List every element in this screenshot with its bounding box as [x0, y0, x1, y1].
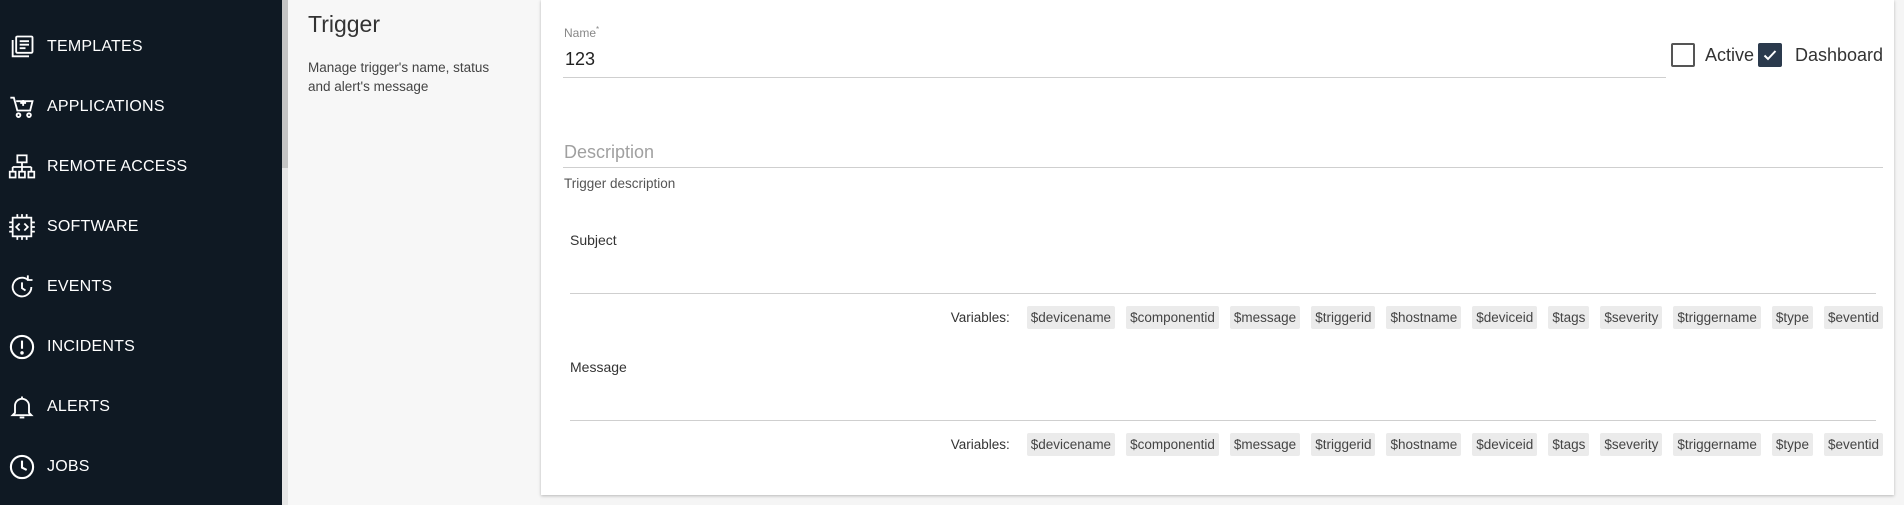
- variable-chip[interactable]: $triggername: [1673, 432, 1761, 456]
- sidebar-item-label: REMOTE ACCESS: [47, 158, 188, 175]
- variable-chip[interactable]: $type: [1771, 432, 1813, 456]
- section-title: Trigger: [308, 11, 380, 37]
- chip-code-icon: [8, 213, 36, 241]
- variable-chip[interactable]: $hostname: [1386, 432, 1462, 456]
- variable-chip[interactable]: $tags: [1548, 432, 1590, 456]
- network-icon: [8, 153, 36, 181]
- variable-chip[interactable]: $devicename: [1026, 305, 1116, 329]
- section-subtitle: Manage trigger's name, status and alert'…: [308, 60, 490, 94]
- sidebar: TEMPLATES APPLICATIONS REMOTE ACCESS SOF…: [0, 0, 282, 505]
- sidebar-item-label: INCIDENTS: [47, 338, 136, 355]
- variable-chip[interactable]: $triggerid: [1311, 432, 1376, 456]
- history-icon: [8, 273, 36, 301]
- sidebar-item-software[interactable]: SOFTWARE: [0, 202, 282, 252]
- sidebar-item-alerts[interactable]: ALERTS: [0, 382, 282, 432]
- variable-chip[interactable]: $message: [1229, 432, 1301, 456]
- alert-circle-icon: [8, 333, 36, 361]
- sidebar-item-incidents[interactable]: INCIDENTS: [0, 322, 282, 372]
- active-label: Active: [1705, 45, 1755, 65]
- subject-label: Subject: [570, 232, 617, 248]
- cart-icon: [8, 93, 36, 121]
- variable-chip[interactable]: $severity: [1600, 305, 1663, 329]
- sidebar-item-label: EVENTS: [47, 278, 113, 295]
- clock-icon: [8, 453, 36, 481]
- bell-icon: [8, 393, 36, 421]
- dashboard-label: Dashboard: [1795, 45, 1884, 65]
- variable-chip[interactable]: $devicename: [1026, 432, 1116, 456]
- variable-chip[interactable]: $eventid: [1823, 305, 1883, 329]
- variable-chip[interactable]: $triggername: [1673, 305, 1761, 329]
- sidebar-item-label: TEMPLATES: [47, 38, 143, 55]
- variable-chip[interactable]: $severity: [1600, 432, 1663, 456]
- variable-chip[interactable]: $triggerid: [1311, 305, 1376, 329]
- sidebar-item-events[interactable]: EVENTS: [0, 262, 282, 312]
- subject-input-underline[interactable]: [570, 293, 1876, 294]
- variables-label: Variables:: [950, 309, 1010, 325]
- message-label: Message: [570, 359, 627, 375]
- sidebar-item-applications[interactable]: APPLICATIONS: [0, 82, 282, 132]
- variable-chip[interactable]: $componentid: [1126, 305, 1219, 329]
- message-input-underline[interactable]: [570, 420, 1876, 421]
- subject-variables-row: Variables: $devicename $componentid $mes…: [951, 305, 1883, 329]
- name-field-label: Name*: [564, 25, 600, 40]
- description-helper-text: Trigger description: [564, 176, 676, 191]
- sidebar-item-jobs[interactable]: JOBS: [0, 442, 282, 492]
- name-input-underline: [563, 77, 1666, 78]
- dashboard-checkbox[interactable]: [1758, 43, 1782, 67]
- message-variables-row: Variables: $devicename $componentid $mes…: [951, 432, 1883, 456]
- variable-chip[interactable]: $componentid: [1126, 432, 1219, 456]
- sidebar-item-label: JOBS: [47, 458, 90, 475]
- variable-chip[interactable]: $deviceid: [1472, 305, 1538, 329]
- variable-chip[interactable]: $message: [1229, 305, 1301, 329]
- active-checkbox[interactable]: [1671, 43, 1695, 67]
- check-icon: [1763, 50, 1777, 61]
- sidebar-item-label: SOFTWARE: [47, 218, 139, 235]
- description-input[interactable]: Description: [564, 142, 654, 163]
- section-description-panel: Trigger Manage trigger's name, status an…: [288, 0, 540, 505]
- templates-icon: [8, 33, 36, 61]
- variables-label: Variables:: [950, 436, 1010, 452]
- description-underline: [563, 167, 1883, 168]
- trigger-form-card: Name* 123 Active Dashboard Description T…: [541, 0, 1894, 495]
- sidebar-item-remote-access[interactable]: REMOTE ACCESS: [0, 142, 282, 192]
- variable-chip[interactable]: $eventid: [1823, 432, 1883, 456]
- variable-chip[interactable]: $tags: [1548, 305, 1590, 329]
- variable-chip[interactable]: $type: [1771, 305, 1813, 329]
- sidebar-item-label: APPLICATIONS: [47, 98, 165, 115]
- name-input[interactable]: 123: [565, 49, 595, 70]
- variable-chip[interactable]: $deviceid: [1472, 432, 1538, 456]
- sidebar-item-label: ALERTS: [47, 398, 111, 415]
- sidebar-item-templates[interactable]: TEMPLATES: [0, 22, 282, 72]
- variable-chip[interactable]: $hostname: [1386, 305, 1462, 329]
